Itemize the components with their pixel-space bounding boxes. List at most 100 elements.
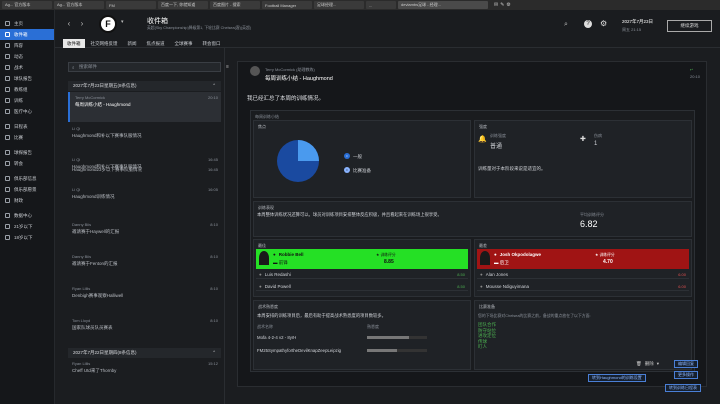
worst-player-name: Josh Okpodolagwe (499, 252, 541, 257)
list-item[interactable]: 16:45 Haughmond23岁以下赛事队服情况 (72, 167, 218, 173)
inbox-icon (5, 32, 10, 37)
medical-icon (5, 109, 10, 114)
settings-icon[interactable]: ⚙ (506, 2, 510, 8)
reply-button[interactable]: 编辑回复 (674, 360, 698, 368)
scouting-icon (5, 150, 10, 155)
browser-tab[interactable]: 足球经理... (314, 1, 364, 9)
intensity-comment: 训练量对于本阶段来说是适宜的。 (478, 166, 546, 171)
worst-player-highlight[interactable]: ● Josh Okpodolagwe ▬ 后卫 ★ 训练评分 4.70 (477, 249, 689, 269)
player-icon: ● (259, 271, 262, 277)
sender: Terry McCormick (助理教练) (265, 67, 315, 72)
date-header: 2027年7月22日星期四(8条信息) ⌃ (68, 348, 221, 358)
edit-icon[interactable]: ✎ (500, 2, 504, 8)
mail-icon[interactable]: ✉ (494, 2, 498, 8)
list-item[interactable]: Tom Lloyd 8:10 国家队球员队员赛表 (72, 318, 218, 331)
best-player-row[interactable]: ● David Powell 8.50 (256, 282, 468, 291)
reply-icon[interactable]: ↩ (690, 67, 693, 72)
match-prep-comment: 您的下场比赛对Chelsea的比赛之前，备战的重点放在了以下方面: (478, 313, 591, 318)
transfer-icon (5, 161, 10, 166)
legend-label-match-prep: 比赛准备 (353, 168, 371, 173)
browser-tab[interactable]: Football Manager (262, 1, 312, 9)
search-input[interactable]: ⌕ 搜索邮件 (68, 62, 221, 72)
go-training-button[interactable]: 转到Haughmond的训练设置 (588, 374, 646, 382)
worst-player-row[interactable]: ● Alan Jones 6.00 (477, 270, 689, 279)
browser-tab[interactable]: 百度图片 - 搜索 (210, 1, 260, 9)
list-menu-icon[interactable]: ≡ (226, 64, 229, 70)
browser-tab[interactable]: FM (106, 1, 156, 9)
chevron-down-icon: ▾ (656, 361, 659, 366)
list-item[interactable]: Li Qi Haughmond和补以下赛事队服情况 (72, 126, 218, 139)
browser-tab[interactable]: Ag... 官方版本 (54, 1, 104, 9)
list-item[interactable]: Danny Biis 8:10 邀请赛于Haywell的汇报 (72, 222, 218, 235)
finances-icon (5, 198, 10, 203)
club-logo[interactable]: F (99, 15, 117, 33)
sidebar-item-squad[interactable]: 阵容 (0, 40, 54, 51)
club-info-icon (5, 176, 10, 181)
game-date: 2027年7月23日 (622, 19, 654, 24)
player-icon: ● (480, 283, 483, 289)
sidebar: 主页 收件箱 阵容 动态 战术 球队报告 教练组 训练 医疗中心 日程表 比赛 … (0, 10, 55, 404)
sidebar-item-data-hub[interactable]: 数据中心 (0, 210, 54, 221)
search-icon[interactable]: ⌕ (564, 21, 568, 29)
focus-pie-chart (277, 140, 319, 182)
message-time: 20:10 (690, 74, 701, 79)
sidebar-item-dynamics[interactable]: 动态 (0, 51, 54, 62)
sidebar-item-schedule[interactable]: 日程表 (0, 121, 54, 132)
list-item[interactable]: Danny Biis 8:10 邀请赛于Fenton的汇报 (72, 254, 218, 267)
sidebar-item-club-info[interactable]: 俱乐部信息 (0, 173, 54, 184)
browser-tab-active[interactable]: devlambs足球 - 经理... (398, 1, 488, 9)
tactic-name[interactable]: Mofa 4-2-4 v2 - 8yrH (257, 335, 296, 340)
sidebar-item-scouting[interactable]: 球探报告 (0, 147, 54, 158)
sidebar-item-transfer[interactable]: 转会 (0, 158, 54, 169)
sidebar-item-inbox[interactable]: 收件箱 (0, 29, 54, 40)
sidebar-item-medical[interactable]: 医疗中心 (0, 106, 54, 117)
sidebar-item-home[interactable]: 主页 (0, 18, 54, 29)
best-player-highlight[interactable]: ● Robbie Bell ▬ 前锋 ★ 训练评分 8.85 (256, 249, 468, 269)
home-icon (5, 21, 10, 26)
game-time: 周五 21:15 (622, 27, 642, 32)
sidebar-item-tactics[interactable]: 战术 (0, 62, 54, 73)
legend-dot-general: • (344, 153, 350, 159)
delete-button[interactable]: 🗑 删除 ▾ (636, 361, 659, 367)
list-item-selected[interactable]: Terry McCormick 20:10 每周训练小结 - Haughmond (68, 92, 221, 122)
intro-text: 我已经汇总了本周的训练情况。 (247, 96, 325, 102)
injury-icon: ✚ (580, 136, 586, 143)
list-item[interactable]: Ryan Lillis 15:12 Cheff Utd来了Thornby (72, 361, 218, 374)
injury-count: 1 (594, 141, 598, 147)
sidebar-item-finances[interactable]: 财政 (0, 195, 54, 206)
chevron-down-icon[interactable]: ▾ (121, 19, 124, 25)
worst-player-row[interactable]: ● Mousse Ndiguyimana 6.00 (477, 282, 689, 291)
browser-tab[interactable]: Ag... 官方版本 (2, 1, 52, 9)
list-item[interactable]: Li Qi 16:05 Haughmond训练情况 (72, 187, 218, 200)
forward-icon[interactable]: › (77, 19, 87, 29)
tactic-name[interactable]: FM25SympathyfortheDevilKnapZeepLeipzig (257, 348, 341, 353)
rating-comment: 本周整体训练状况还算可以。球员对训练项目安排整体反应积极，并且看起来在训练场上很… (257, 212, 442, 217)
sidebar-item-match[interactable]: 比赛 (0, 132, 54, 143)
sidebar-item-u21[interactable]: 21岁以下 (0, 221, 54, 232)
rating-card: 训练表现 (253, 201, 692, 237)
browser-tab[interactable]: 百度一下, 你就知道 (158, 1, 208, 9)
legend-dot-match-prep: • (344, 167, 350, 173)
match-prep-list: 团队合作 防守站位 进攻定位 传球 盯人 (478, 322, 496, 349)
continue-button[interactable]: 继续游戏 (667, 20, 712, 32)
sidebar-item-u18[interactable]: 18岁以下 (0, 232, 54, 243)
chevron-up-icon[interactable]: ⌃ (212, 83, 216, 89)
sidebar-item-team-report[interactable]: 球队报告 (0, 73, 54, 84)
go-schedule-button[interactable]: 转到训练日程表 (665, 384, 701, 392)
u18-icon (5, 235, 10, 240)
browser-tab[interactable]: ... (366, 1, 396, 9)
sidebar-item-club-vision[interactable]: 俱乐部愿景 (0, 184, 54, 195)
worst-player-rating: 4.70 (603, 259, 613, 265)
settings-icon[interactable]: ⚙ (600, 19, 607, 28)
more-actions-button[interactable]: 更多操作 (674, 371, 698, 379)
sidebar-item-staff[interactable]: 教练组 (0, 84, 54, 95)
list-item[interactable]: Ryan Lillis 8:10 Denbigh赛事观察Halliwell (72, 286, 218, 299)
best-player-row[interactable]: ● Luis Redashi 8.50 (256, 270, 468, 279)
date-header: 2027年7月23日星期五(8条信息) ⌃ (68, 81, 221, 91)
data-hub-icon (5, 213, 10, 218)
sidebar-item-training[interactable]: 训练 (0, 95, 54, 106)
back-icon[interactable]: ‹ (64, 19, 74, 29)
player-icon: ● (480, 271, 483, 277)
help-icon[interactable]: ? (584, 20, 592, 28)
chevron-up-icon[interactable]: ⌃ (212, 350, 216, 356)
